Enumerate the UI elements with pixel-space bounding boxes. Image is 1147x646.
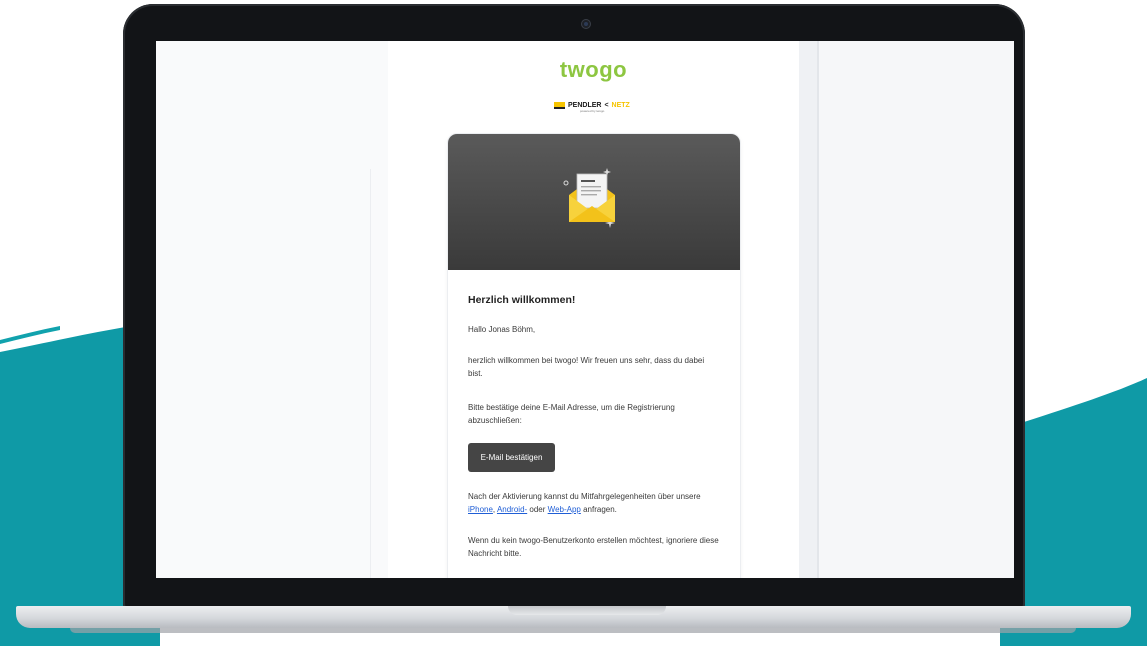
- iphone-link[interactable]: iPhone: [468, 505, 493, 514]
- laptop-base: [16, 606, 1131, 628]
- intro-text: herzlich willkommen bei twogo! Wir freue…: [468, 356, 705, 378]
- pendlernetz-logo: PENDLER < NETZ powered by twogo: [554, 102, 630, 113]
- welcome-heading: Herzlich willkommen!: [468, 294, 576, 306]
- activation-suffix: anfragen.: [580, 505, 617, 514]
- activation-text: Nach der Aktivierung kannst du Mitfahrge…: [468, 490, 720, 516]
- laptop-foot: [70, 628, 1076, 633]
- pendler-subtitle: powered by twogo: [580, 109, 605, 113]
- link-or: oder: [527, 505, 548, 514]
- hero-banner: [448, 134, 740, 270]
- screen: twogo PENDLER < NETZ powered by twogo He…: [156, 41, 1014, 578]
- right-pane-border: [817, 41, 819, 578]
- greeting-text: Hallo Jonas Böhm,: [468, 325, 536, 334]
- email-card: Herzlich willkommen! Hallo Jonas Böhm, h…: [448, 134, 740, 578]
- activation-prefix: Nach der Aktivierung kannst du Mitfahrge…: [468, 492, 701, 501]
- android-link[interactable]: Android-: [497, 505, 527, 514]
- email-view[interactable]: twogo PENDLER < NETZ powered by twogo He…: [388, 41, 799, 578]
- left-divider: [370, 169, 371, 578]
- pendler-word: PENDLER: [568, 102, 602, 109]
- camera-icon: [582, 20, 590, 28]
- right-pane-edge: [799, 41, 817, 578]
- webapp-link[interactable]: Web-App: [548, 505, 581, 514]
- confirm-email-button[interactable]: E-Mail bestätigen: [468, 443, 555, 472]
- right-pane: [799, 41, 1014, 578]
- left-pane: [156, 41, 388, 578]
- envelope-with-letter-icon: [563, 168, 615, 228]
- pendler-arrow: <: [604, 102, 609, 109]
- twogo-logo: twogo: [559, 57, 628, 82]
- netz-word: NETZ: [611, 102, 630, 109]
- ignore-text: Wenn du kein twogo-Benutzerkonto erstell…: [468, 536, 719, 558]
- confirm-text: Bitte bestätige deine E-Mail Adresse, um…: [468, 403, 675, 425]
- laptop-notch: [508, 606, 666, 615]
- pendler-flag-icon: [554, 102, 565, 109]
